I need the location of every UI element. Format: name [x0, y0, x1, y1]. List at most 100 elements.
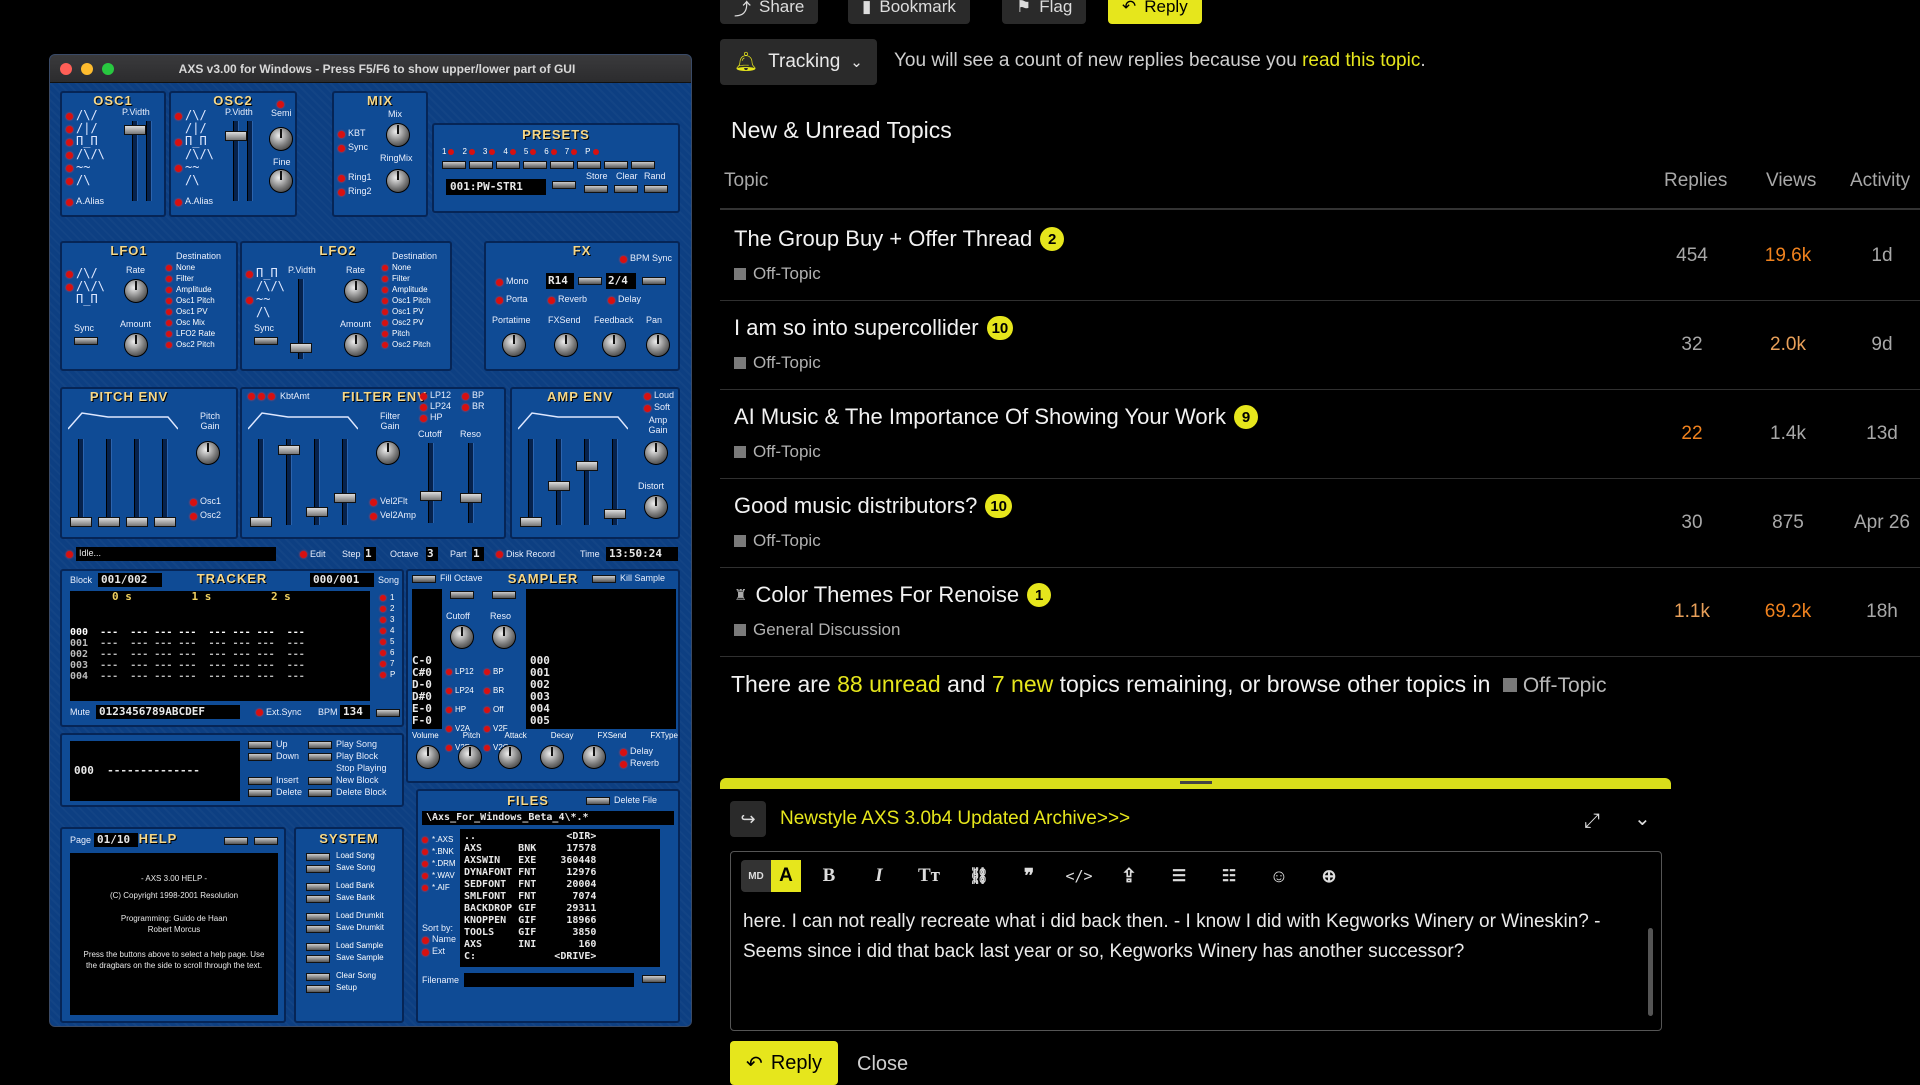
- lfo1-rate-knob[interactable]: [124, 279, 148, 303]
- preset-button[interactable]: [550, 161, 574, 169]
- lfo2-pwidth-fader[interactable]: [290, 343, 312, 353]
- cutoff-slider[interactable]: [428, 443, 434, 523]
- volume-knob[interactable]: [416, 745, 440, 769]
- file-entry[interactable]: SEDFONT FNT 20004: [464, 879, 656, 891]
- system-item[interactable]: Load Song: [306, 851, 384, 863]
- sampler-filter-led[interactable]: [446, 707, 452, 713]
- env-slider[interactable]: [134, 439, 140, 525]
- system-item-button[interactable]: [306, 853, 330, 861]
- reply-action-icon[interactable]: ↪: [730, 801, 766, 837]
- sampler-filter-option[interactable]: BR: [484, 686, 522, 697]
- env-slider[interactable]: [162, 439, 168, 525]
- system-item[interactable]: Save Drumkit: [306, 923, 384, 935]
- read-this-topic-link[interactable]: read this topic: [1302, 50, 1420, 71]
- topic-title[interactable]: Good music distributors? 10: [734, 493, 1013, 519]
- song-sequence-display[interactable]: 000 --------------: [70, 741, 240, 801]
- lp12-led[interactable]: [420, 393, 427, 400]
- play-block-button[interactable]: [308, 753, 332, 761]
- kbtamt-led[interactable]: [258, 393, 265, 400]
- pitch-knob[interactable]: [458, 745, 482, 769]
- file-entry[interactable]: SMLFONT FNT 7074: [464, 891, 656, 903]
- kbtamt-led[interactable]: [248, 393, 255, 400]
- topic-category[interactable]: Off-Topic: [734, 531, 821, 551]
- pan-knob[interactable]: [646, 333, 670, 357]
- song-slot[interactable]: 3: [380, 615, 395, 626]
- destination-led[interactable]: [382, 331, 388, 337]
- delete-button[interactable]: [248, 789, 272, 797]
- clear-button[interactable]: [614, 185, 638, 193]
- markdown-toggle-icon[interactable]: MD: [741, 860, 771, 892]
- pwidth-fader[interactable]: [124, 125, 146, 135]
- fill-octave-button[interactable]: [412, 575, 436, 583]
- tracker-row[interactable]: 000 --- --- --- --- --- --- --- ---: [70, 627, 370, 638]
- composer-editor[interactable]: MD A B I Tт ⛓ ❞ </> ⇪ ☰ ☷ ☺ ⊕ here. I ca…: [730, 851, 1662, 1031]
- bold-icon[interactable]: B: [807, 860, 851, 892]
- osc1-wave-led[interactable]: [66, 126, 73, 133]
- mono-led[interactable]: [496, 279, 503, 286]
- tracking-dropdown[interactable]: 🔔︎ Tracking ⌄: [720, 39, 877, 85]
- alias-led[interactable]: [175, 199, 182, 206]
- destination-option[interactable]: Osc Mix: [166, 318, 215, 329]
- destination-option[interactable]: Osc2 Pitch: [382, 340, 431, 351]
- destination-option[interactable]: Pitch: [382, 329, 431, 340]
- env-fader[interactable]: [98, 517, 120, 527]
- preset-led[interactable]: [509, 148, 516, 155]
- amp-gain-knob[interactable]: [644, 441, 668, 465]
- system-item[interactable]: Setup: [306, 983, 384, 995]
- vel2flt-led[interactable]: [370, 499, 377, 506]
- activity-time[interactable]: 1d: [1842, 245, 1920, 267]
- lfo1-wave-led[interactable]: [66, 284, 73, 291]
- file-type-option[interactable]: *.AXS: [422, 835, 456, 847]
- filter-gain-knob[interactable]: [376, 441, 400, 465]
- env-slider[interactable]: [342, 439, 348, 525]
- delay-led[interactable]: [620, 749, 627, 756]
- column-views[interactable]: Views: [1766, 170, 1816, 192]
- fxsend-knob[interactable]: [582, 745, 606, 769]
- composer-resize-grip[interactable]: [720, 778, 1671, 789]
- env-fader[interactable]: [520, 517, 542, 527]
- reply-button[interactable]: ↶ Reply: [730, 1041, 838, 1085]
- reso-slider[interactable]: [468, 443, 474, 523]
- sampler-filter-option[interactable]: BP: [484, 667, 522, 678]
- sampler-reso-knob[interactable]: [492, 625, 516, 649]
- decay-knob[interactable]: [540, 745, 564, 769]
- store-button[interactable]: [584, 185, 608, 193]
- song-slot[interactable]: 4: [380, 626, 395, 637]
- system-item-button[interactable]: [306, 943, 330, 951]
- preset-led[interactable]: [592, 148, 599, 155]
- topic-title[interactable]: AI Music & The Importance Of Showing You…: [734, 404, 1258, 430]
- destination-option[interactable]: Osc1 PV: [166, 307, 215, 318]
- reverb-led[interactable]: [620, 761, 627, 768]
- preset-led[interactable]: [468, 148, 475, 155]
- song-slot[interactable]: 7: [380, 659, 395, 670]
- numbered-list-icon[interactable]: ☷: [1207, 860, 1251, 892]
- quote-icon[interactable]: ❞: [1007, 860, 1051, 892]
- file-entry[interactable]: BACKDROP GIF 29311: [464, 903, 656, 915]
- destination-option[interactable]: Amplitude: [382, 285, 431, 296]
- code-icon[interactable]: </>: [1057, 860, 1101, 892]
- help-text-display[interactable]: - AXS 3.00 HELP - (C) Copyright 1998-2001…: [70, 853, 278, 1015]
- ring2-led[interactable]: [338, 189, 345, 196]
- add-icon[interactable]: ⊕: [1307, 860, 1351, 892]
- file-type-option[interactable]: *.WAV: [422, 871, 456, 883]
- help-next-button[interactable]: [254, 837, 278, 845]
- file-type-led[interactable]: [422, 873, 428, 879]
- hp-led[interactable]: [420, 415, 427, 422]
- kill-sample-button[interactable]: [592, 575, 616, 583]
- activity-time[interactable]: 9d: [1842, 334, 1920, 356]
- env-fader[interactable]: [70, 517, 92, 527]
- file-entry[interactable]: AXS INI 160: [464, 939, 656, 951]
- extsync-led[interactable]: [256, 709, 263, 716]
- filename-input[interactable]: [464, 973, 634, 987]
- preset-scroll-button[interactable]: [552, 181, 576, 189]
- pitch-gain-knob[interactable]: [196, 441, 220, 465]
- unread-count-badge[interactable]: 10: [985, 494, 1013, 518]
- lfo2-amount-knob[interactable]: [344, 333, 368, 357]
- song-slot[interactable]: 1: [380, 593, 395, 604]
- category-name[interactable]: Off-Topic: [753, 264, 821, 284]
- destination-option[interactable]: None: [382, 263, 431, 274]
- sampler-button[interactable]: [450, 591, 474, 599]
- sampler-sample-slot[interactable]: 004: [530, 703, 676, 715]
- system-item-button[interactable]: [306, 913, 330, 921]
- delete-file-button[interactable]: [586, 797, 610, 805]
